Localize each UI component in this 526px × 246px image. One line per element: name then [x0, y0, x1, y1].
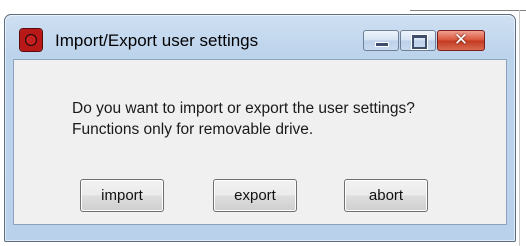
dialog-body: Do you want to import or export the user… [13, 59, 507, 225]
close-button[interactable]: ✕ [437, 30, 485, 51]
desktop-edge-right [519, 10, 520, 246]
maximize-icon [412, 35, 427, 49]
minimize-button[interactable] [363, 30, 399, 51]
desktop-edge-top [410, 10, 526, 11]
title-bar[interactable]: Import/Export user settings ✕ [5, 15, 515, 51]
abort-button[interactable]: abort [344, 179, 428, 212]
app-icon[interactable] [20, 29, 42, 51]
export-button[interactable]: export [213, 179, 297, 212]
close-icon: ✕ [453, 30, 469, 50]
dialog-window: Import/Export user settings ✕ Do you wan… [4, 14, 516, 242]
message-line-1: Do you want to import or export the user… [72, 100, 415, 117]
minimize-icon [375, 42, 389, 47]
maximize-button[interactable] [400, 30, 436, 51]
dialog-message: Do you want to import or export the user… [72, 98, 415, 140]
message-line-2: Functions only for removable drive. [72, 121, 314, 138]
import-button[interactable]: import [80, 179, 164, 212]
window-title: Import/Export user settings [55, 31, 259, 50]
